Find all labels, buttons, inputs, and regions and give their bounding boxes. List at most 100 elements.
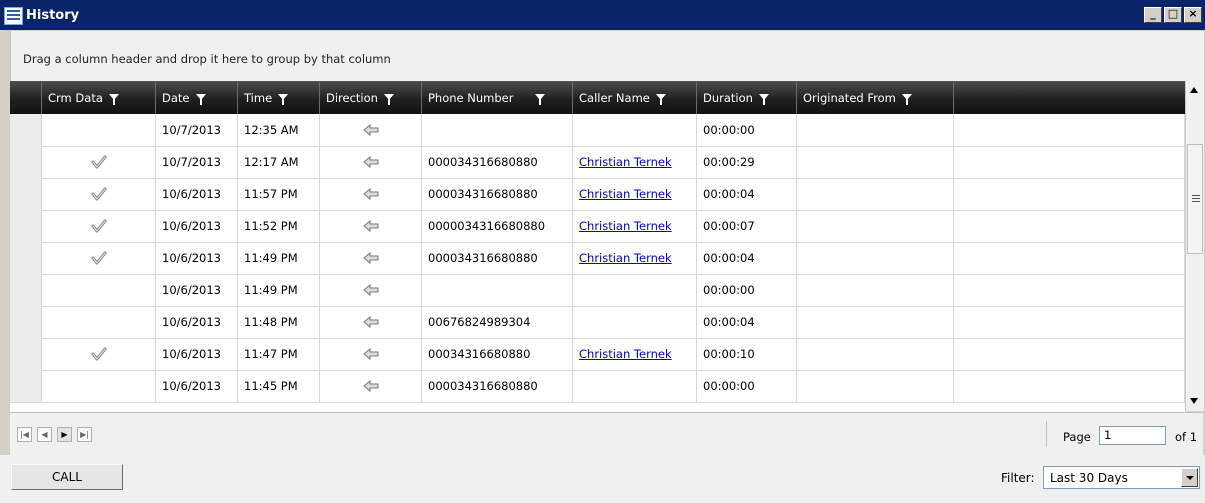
column-header-caller-name[interactable]: Caller Name	[573, 82, 697, 114]
column-header-date[interactable]: Date	[156, 82, 238, 114]
check-icon	[91, 347, 106, 361]
table-row[interactable]: 10/6/2013 11:52 PM 0000034316680880 Christi…	[10, 210, 1185, 243]
column-header-originated-from[interactable]: Originated From	[797, 82, 954, 114]
scroll-up-icon[interactable]	[1190, 87, 1198, 93]
check-icon	[91, 187, 106, 201]
row-selector[interactable]	[10, 370, 42, 402]
pager-bar: |◀ ◀ ▶ ▶| Page 1 of 1	[10, 412, 1203, 455]
caller-name-link[interactable]: Christian Ternek	[579, 187, 672, 201]
row-selector[interactable]	[10, 146, 42, 178]
filter-icon[interactable]	[535, 93, 546, 105]
caller-name-link[interactable]: Christian Ternek	[579, 219, 672, 233]
column-header-crm-data[interactable]: Crm Data	[42, 82, 156, 114]
cell-crm	[42, 274, 156, 306]
chevron-down-icon[interactable]	[1181, 468, 1198, 487]
grid-header: Crm Data Date Time Direction Phone Numbe…	[10, 82, 1185, 114]
cell-phone: 000034316680880	[422, 146, 573, 178]
cell-direction	[320, 306, 422, 338]
cell-crm	[42, 146, 156, 178]
close-button[interactable]: ×	[1184, 7, 1202, 23]
filter-icon[interactable]	[383, 93, 394, 105]
cell-origin	[797, 146, 954, 178]
vertical-scrollbar[interactable]	[1185, 81, 1204, 411]
cell-duration: 00:00:10	[697, 338, 797, 370]
minimize-button[interactable]: _	[1144, 7, 1162, 23]
table-row[interactable]: 10/7/2013 12:17 AM 000034316680880 Christia…	[10, 146, 1185, 179]
title-bar[interactable]: History _ □ ×	[0, 0, 1205, 30]
caller-name-link[interactable]: Christian Ternek	[579, 155, 672, 169]
pager-divider	[1046, 421, 1047, 447]
cell-time: 11:49 PM	[238, 274, 320, 306]
last-page-icon[interactable]: ▶|	[77, 427, 92, 442]
cell-crm	[42, 210, 156, 242]
first-page-icon[interactable]: |◀	[17, 427, 32, 442]
cell-caller	[573, 114, 697, 146]
column-header-time[interactable]: Time	[238, 82, 320, 114]
column-header-phone-number[interactable]: Phone Number	[422, 82, 573, 114]
incoming-arrow-icon	[362, 315, 378, 329]
column-header-direction[interactable]: Direction	[320, 82, 422, 114]
cell-time: 12:17 AM	[238, 146, 320, 178]
filter-icon[interactable]	[758, 93, 769, 105]
table-row[interactable]: 10/6/2013 11:48 PM 00676824989304 00:00:04	[10, 306, 1185, 339]
incoming-arrow-icon	[362, 379, 378, 393]
filter-icon[interactable]	[278, 93, 289, 105]
cell-caller: Christian Ternek	[573, 146, 697, 178]
incoming-arrow-icon	[362, 123, 378, 137]
table-row[interactable]: 10/6/2013 11:45 PM 000034316680880 00:00:00	[10, 370, 1185, 403]
previous-page-icon[interactable]: ◀	[37, 427, 52, 442]
incoming-arrow-icon	[362, 187, 378, 201]
cell-crm	[42, 242, 156, 274]
cell-date: 10/6/2013	[156, 274, 238, 306]
cell-phone: 000034316680880	[422, 242, 573, 274]
row-header-corner	[10, 82, 42, 114]
row-selector[interactable]	[10, 242, 42, 274]
column-label: Caller Name	[579, 91, 650, 105]
cell-phone: 000034316680880	[422, 178, 573, 210]
cell-duration: 00:00:00	[697, 370, 797, 402]
column-header-duration[interactable]: Duration	[697, 82, 797, 114]
call-button[interactable]: CALL	[11, 464, 123, 490]
cell-rest	[954, 338, 1185, 370]
table-row[interactable]: 10/6/2013 11:47 PM 00034316680880 Christian…	[10, 338, 1185, 371]
cell-direction	[320, 146, 422, 178]
page-number-input[interactable]: 1	[1099, 426, 1166, 445]
filter-icon[interactable]	[901, 93, 912, 105]
cell-date: 10/6/2013	[156, 370, 238, 402]
table-row[interactable]: 10/7/2013 12:35 AM 00:00:00	[10, 114, 1185, 147]
table-row[interactable]: 10/6/2013 11:49 PM 00:00:00	[10, 274, 1185, 307]
table-row[interactable]: 10/6/2013 11:49 PM 000034316680880 Christia…	[10, 242, 1185, 275]
row-selector[interactable]	[10, 338, 42, 370]
incoming-arrow-icon	[362, 283, 378, 297]
filter-icon[interactable]	[195, 93, 206, 105]
row-selector[interactable]	[10, 274, 42, 306]
row-selector[interactable]	[10, 114, 42, 146]
cell-direction	[320, 274, 422, 306]
row-selector[interactable]	[10, 306, 42, 338]
scroll-down-icon[interactable]	[1190, 398, 1198, 404]
caller-name-link[interactable]: Christian Ternek	[579, 347, 672, 361]
cell-origin	[797, 210, 954, 242]
history-grid: Crm Data Date Time Direction Phone Numbe…	[10, 81, 1185, 412]
filter-icon[interactable]	[108, 93, 119, 105]
filter-icon[interactable]	[655, 93, 666, 105]
column-label: Direction	[326, 91, 378, 105]
table-row[interactable]: 10/6/2013 11:57 PM 000034316680880 Christia…	[10, 178, 1185, 211]
cell-date: 10/6/2013	[156, 338, 238, 370]
check-icon	[91, 219, 106, 233]
cell-rest	[954, 178, 1185, 210]
row-selector[interactable]	[10, 178, 42, 210]
group-by-panel[interactable]: Drag a column header and drop it here to…	[10, 31, 1204, 81]
column-label: Date	[162, 91, 190, 105]
cell-origin	[797, 114, 954, 146]
scroll-thumb[interactable]	[1187, 144, 1203, 254]
row-selector[interactable]	[10, 210, 42, 242]
check-icon	[91, 251, 106, 265]
caller-name-link[interactable]: Christian Ternek	[579, 251, 672, 265]
maximize-button[interactable]: □	[1164, 7, 1182, 23]
cell-origin	[797, 274, 954, 306]
next-page-icon[interactable]: ▶	[57, 427, 72, 442]
filter-select[interactable]: Last 30 Days	[1043, 466, 1200, 489]
bottom-bar: CALL Filter: Last 30 Days	[0, 455, 1205, 503]
cell-date: 10/6/2013	[156, 210, 238, 242]
